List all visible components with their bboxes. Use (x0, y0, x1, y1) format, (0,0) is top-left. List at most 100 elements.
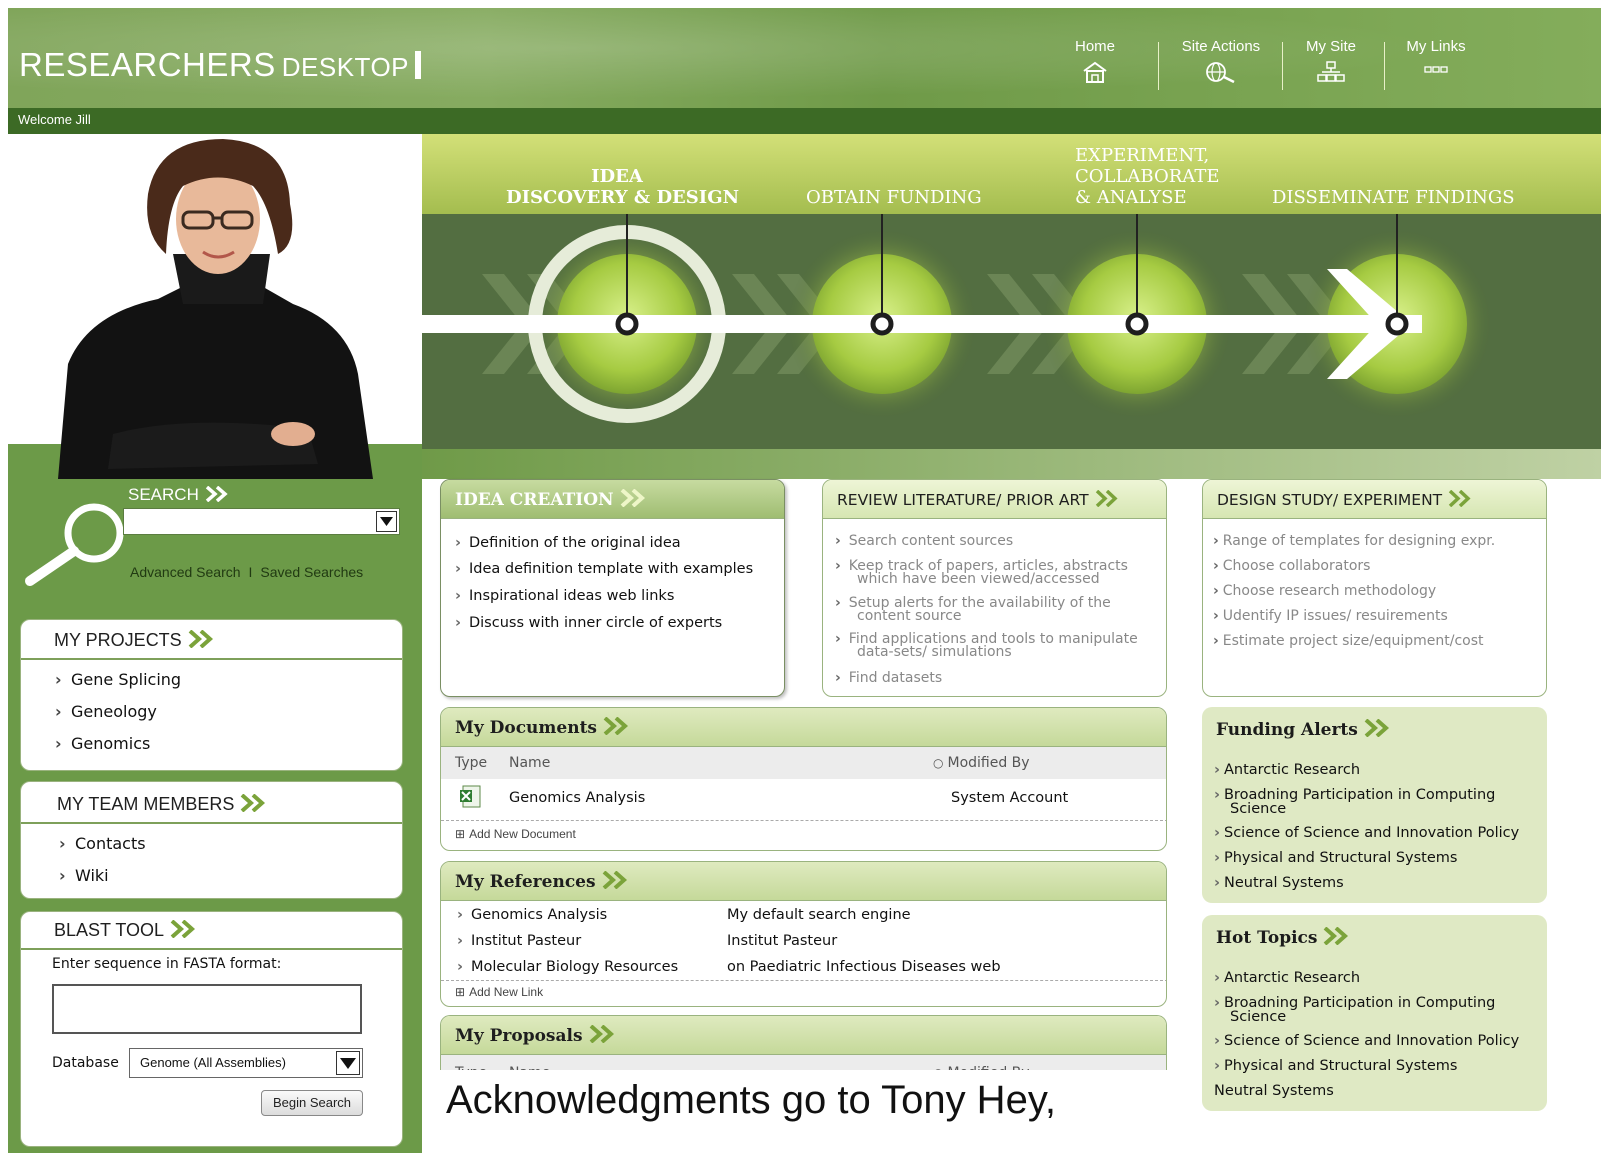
nav-my-links-label: My Links (1406, 38, 1466, 55)
document-modified-by: System Account (951, 790, 1069, 806)
design-study-title[interactable]: DESIGN STUDY/ EXPERIMENT (1217, 490, 1474, 509)
chevron-right-icon: › (1214, 762, 1220, 778)
funding-alert-item[interactable]: › Science of Science and Innovation Polic… (1214, 825, 1520, 841)
hot-topic-item[interactable]: › Physical and Structural Systems (1214, 1059, 1457, 1074)
review-item[interactable]: › Find datasets (835, 670, 942, 686)
column-name[interactable]: Name (509, 755, 550, 771)
funding-alert-item[interactable]: › Antarctic Research (1214, 762, 1360, 778)
search-panel: SEARCH Advanced Search I Saved Searches (8, 479, 422, 609)
review-item[interactable]: › Setup alerts for the availability of th… (835, 596, 1111, 623)
hot-topic-item[interactable]: › Broadning Participation in Computing Sci… (1214, 996, 1495, 1025)
funding-alerts-title[interactable]: Funding Alerts (1216, 719, 1392, 740)
chevron-right-icon: › (457, 933, 463, 949)
hot-topic-item[interactable]: › Antarctic Research (1214, 971, 1360, 986)
saved-searches-link[interactable]: Saved Searches (260, 564, 363, 580)
design-item[interactable]: › Range of templates for designing expr. (1213, 533, 1495, 549)
idea-item[interactable]: › Idea definition template with examples (455, 561, 753, 577)
review-literature-panel: REVIEW LITERATURE/ PRIOR ART › Search con… (822, 479, 1167, 697)
search-dropdown-button[interactable] (376, 511, 397, 532)
nav-my-links[interactable]: My Links (1400, 38, 1472, 94)
column-type[interactable]: Type (455, 755, 487, 771)
team-item-label: Wiki (75, 866, 109, 885)
chevron-right-icon: › (835, 670, 841, 686)
design-item[interactable]: › Udentify IP issues/ resuirements (1213, 608, 1448, 624)
chevron-right-icon: › (1213, 608, 1219, 624)
nav-site-actions[interactable]: Site Actions (1173, 38, 1269, 94)
hot-topic-item[interactable]: Neutral Systems (1214, 1084, 1334, 1099)
nav-site-actions-label: Site Actions (1181, 38, 1261, 55)
funding-alert-item[interactable]: › Neutral Systems (1214, 875, 1344, 891)
review-item[interactable]: › Search content sources (835, 533, 1014, 549)
database-select[interactable]: Genome (All Assemblies) (129, 1048, 363, 1078)
review-item[interactable]: › Keep track of papers, articles, abstrac… (835, 559, 1128, 586)
search-links: Advanced Search I Saved Searches (130, 564, 363, 580)
my-proposals-title[interactable]: My Proposals (455, 1025, 617, 1046)
stage-experiment-label[interactable]: EXPERIMENT, COLLABORATE & ANALYSE (1075, 145, 1219, 208)
review-item-label: Search content sources (848, 533, 1014, 549)
reference-row[interactable]: › Genomics Analysis (457, 907, 607, 923)
chevron-right-icon: › (1213, 558, 1219, 574)
begin-search-button[interactable]: Begin Search (261, 1090, 363, 1116)
idea-item[interactable]: › Discuss with inner circle of experts (455, 615, 722, 631)
home-icon (1083, 61, 1107, 83)
idea-item[interactable]: › Definition of the original idea (455, 535, 681, 551)
reference-name: Genomics Analysis (470, 907, 608, 923)
design-item[interactable]: › Choose collaborators (1213, 558, 1370, 574)
hot-topics-title[interactable]: Hot Topics (1216, 927, 1351, 948)
chevron-right-icon: › (1214, 1033, 1220, 1049)
slide-caption: Acknowledgments go to Tony Hey, (446, 1078, 1056, 1122)
idea-creation-title[interactable]: IDEA CREATION (455, 489, 648, 510)
fasta-sequence-input[interactable] (52, 984, 362, 1034)
stage-funding-label[interactable]: OBTAIN FUNDING (806, 187, 982, 208)
reference-row[interactable]: › Institut Pasteur (457, 933, 581, 949)
funding-alert-label-cont: Science (1230, 801, 1287, 817)
nav-home[interactable]: Home (1070, 38, 1120, 94)
title-bar-decoration (415, 51, 422, 79)
project-item[interactable]: › Gene Splicing (55, 670, 181, 689)
double-chevron-icon (1324, 927, 1349, 945)
magnifier-icon (25, 503, 124, 586)
blast-tool-title[interactable]: BLAST TOOL (54, 920, 198, 941)
stage-idea-line2: DISCOVERY & DESIGN (506, 187, 740, 208)
chevron-right-icon: › (455, 615, 461, 631)
my-projects-title[interactable]: MY PROJECTS (54, 630, 216, 651)
funding-alert-label: Science of Science and Innovation Policy (1223, 825, 1520, 841)
project-item[interactable]: › Genomics (55, 734, 150, 753)
hot-topics-title-text: Hot Topics (1216, 928, 1318, 948)
team-item-contacts[interactable]: › Contacts (59, 834, 146, 853)
design-item[interactable]: › Choose research methodology (1213, 584, 1436, 598)
my-references-title[interactable]: My References (455, 871, 630, 892)
funding-alert-item[interactable]: › Broadning Participation in Computing Sci… (1214, 788, 1495, 817)
search-input[interactable] (123, 508, 400, 535)
chevron-right-icon: › (55, 670, 62, 689)
team-item-wiki[interactable]: › Wiki (59, 866, 109, 885)
my-documents-panel: My Documents Type Name ○ Modified By Geno… (440, 707, 1167, 851)
project-item[interactable]: › Geneology (55, 702, 157, 721)
double-chevron-icon (589, 1025, 614, 1043)
advanced-search-link[interactable]: Advanced Search (130, 564, 241, 580)
funding-alert-label: Neutral Systems (1223, 875, 1344, 891)
idea-item[interactable]: › Inspirational ideas web links (455, 588, 674, 604)
review-item[interactable]: › Find applications and tools to manipula… (835, 632, 1138, 659)
timeline-arrow-shaft (422, 315, 1422, 333)
review-literature-title[interactable]: REVIEW LITERATURE/ PRIOR ART (837, 490, 1121, 509)
add-new-document-link[interactable]: ⊞ Add New Document (455, 827, 576, 841)
document-name[interactable]: Genomics Analysis (509, 790, 645, 806)
reference-row[interactable]: › Molecular Biology Resources (457, 959, 678, 975)
hot-topic-item[interactable]: › Science of Science and Innovation Polic… (1214, 1033, 1519, 1049)
stage-idea-label[interactable]: IDEA DISCOVERY & DESIGN (506, 166, 740, 208)
add-new-link[interactable]: ⊞ Add New Link (455, 985, 543, 999)
my-documents-title[interactable]: My Documents (455, 717, 631, 738)
my-team-title[interactable]: MY TEAM MEMBERS (57, 794, 268, 815)
funding-alert-item[interactable]: › Physical and Structural Systems (1214, 851, 1457, 866)
nav-my-site[interactable]: My Site (1298, 38, 1364, 94)
column-modified-by[interactable]: ○Modified By (933, 755, 1030, 771)
stage-disseminate-label[interactable]: DISSEMINATE FINDINGS (1272, 187, 1515, 208)
stage-experiment-line2: COLLABORATE (1075, 166, 1220, 187)
idea-creation-panel: IDEA CREATION › Definition of the origina… (440, 479, 785, 697)
design-item[interactable]: › Estimate project size/equipment/cost (1213, 634, 1484, 648)
idea-item-label: Definition of the original idea (468, 535, 681, 551)
circle-icon: ○ (933, 756, 944, 770)
my-team-title-text: MY TEAM MEMBERS (57, 794, 235, 814)
chevron-right-icon: › (1213, 533, 1219, 549)
